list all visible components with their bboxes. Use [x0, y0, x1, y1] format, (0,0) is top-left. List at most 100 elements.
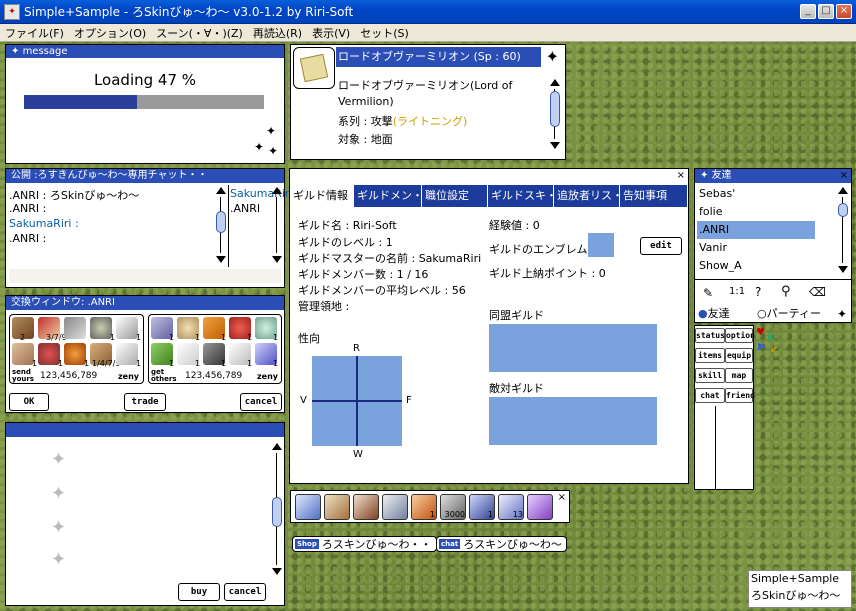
- item-icon[interactable]: [12, 343, 34, 365]
- corner-line1: Simple+Sample: [751, 572, 840, 585]
- items-button[interactable]: items: [695, 348, 725, 363]
- skill-scrollbar[interactable]: [550, 79, 560, 149]
- close-icon[interactable]: ×: [677, 169, 685, 182]
- menu-reload[interactable]: 再読込(R): [248, 25, 307, 41]
- tab-expelled[interactable]: 追放者リス・: [554, 185, 620, 207]
- allied-guild-list[interactable]: [489, 324, 657, 372]
- character-name-box: Simple+Sample ろSkinびゅ～わ～: [748, 570, 852, 608]
- menu-option[interactable]: オプション(O): [69, 25, 151, 41]
- hotkey-slot[interactable]: 1: [469, 494, 495, 520]
- party-tab[interactable]: ○パーティー: [757, 305, 821, 321]
- friend-item[interactable]: Show_A: [699, 259, 742, 272]
- hotkey-slot[interactable]: [382, 494, 408, 520]
- menu-view[interactable]: 表示(V): [307, 25, 355, 41]
- item-icon[interactable]: [116, 317, 138, 339]
- their-items-panel: 1 1 1 1 1 1 1 1 1 1 get others 123,456,7…: [148, 314, 282, 384]
- ok-button[interactable]: OK: [9, 393, 49, 411]
- hostile-label: 敵対ギルド: [489, 382, 544, 395]
- tab-guild-members[interactable]: ギルドメン・: [354, 185, 422, 207]
- option-button[interactable]: option: [725, 328, 755, 343]
- status-button[interactable]: status: [695, 328, 725, 343]
- chat-input[interactable]: [9, 269, 281, 283]
- tab-notice[interactable]: 告知事項: [620, 185, 688, 207]
- minimize-button[interactable]: _: [800, 4, 816, 19]
- friend-item[interactable]: folie: [699, 205, 722, 218]
- skill-window: ロードオブヴァーミリオン (Sp : 60) ✦ ロードオブヴァーミリオン(Lo…: [290, 44, 566, 160]
- item-count: 1: [273, 359, 279, 368]
- item-icon[interactable]: [90, 317, 112, 339]
- sparkle-icon: ✦: [51, 483, 67, 504]
- close-button[interactable]: ×: [836, 4, 852, 19]
- menu-set[interactable]: セット(S): [355, 25, 414, 41]
- hotkey-slot[interactable]: 3000: [440, 494, 466, 520]
- trash-icon[interactable]: ⌫: [809, 285, 826, 299]
- hostile-guild-list[interactable]: [489, 397, 657, 445]
- chat-bubble[interactable]: chat ろスキンびゅ～わ～: [436, 536, 567, 552]
- hotkey-slot[interactable]: [324, 494, 350, 520]
- chat-button[interactable]: chat: [695, 388, 725, 403]
- hotkey-slot[interactable]: 13: [498, 494, 524, 520]
- item-icon[interactable]: [64, 343, 86, 365]
- message-title: ✦ message: [6, 45, 284, 58]
- item-count: 1: [247, 359, 253, 368]
- menu-soon[interactable]: スーン(・∀・)(Z): [151, 25, 248, 41]
- chat-icon[interactable]: 1:1: [729, 286, 745, 297]
- item-icon[interactable]: [64, 317, 86, 339]
- item-count: 2: [20, 333, 26, 342]
- friends-scrollbar[interactable]: [838, 187, 848, 273]
- hotkey-slot[interactable]: [295, 494, 321, 520]
- loading-progress-fill: [24, 95, 137, 109]
- shop-scrollbar[interactable]: [272, 443, 282, 575]
- maximize-button[interactable]: □: [818, 4, 834, 19]
- item-count: 1: [136, 333, 142, 342]
- guild-territory: 管理領地 :: [298, 300, 350, 313]
- chat-bubble-text: ろスキンびゅ～わ～: [463, 538, 562, 551]
- map-button[interactable]: map: [725, 368, 753, 383]
- chat-line: SakumaRiri :: [9, 217, 79, 230]
- friend-item-selected[interactable]: .ANRI: [697, 221, 815, 239]
- close-icon[interactable]: ×: [840, 169, 848, 182]
- trade-cancel-button[interactable]: cancel: [240, 393, 282, 411]
- friend-item[interactable]: Vanir: [699, 241, 727, 254]
- menu-file[interactable]: ファイル(F): [0, 25, 69, 41]
- help-icon[interactable]: ?: [755, 285, 761, 299]
- chat-member[interactable]: .ANRI: [230, 202, 260, 215]
- friend-item[interactable]: Sebas': [699, 187, 735, 200]
- close-icon[interactable]: ×: [558, 492, 566, 503]
- item-icon[interactable]: [38, 343, 60, 365]
- send-amount: 123,456,789: [40, 371, 98, 381]
- chat-scrollbar[interactable]: [216, 187, 226, 263]
- equip-button[interactable]: equip: [725, 348, 753, 363]
- skill-name-line1: ロードオブヴァーミリオン(Lord of: [338, 79, 513, 92]
- guild-name: ギルド名 : Riri-Soft: [298, 219, 397, 232]
- tab-guild-skills[interactable]: ギルドスキ・: [488, 185, 554, 207]
- friends-tab[interactable]: ●友達: [698, 305, 730, 321]
- item-count: 1: [169, 333, 175, 342]
- item-icon[interactable]: [116, 343, 138, 365]
- axis-v: V: [300, 395, 307, 406]
- emotion-icons[interactable]: ♥ ✖ ▶ ✔: [756, 327, 782, 365]
- trade-button[interactable]: trade: [124, 393, 166, 411]
- friend-button[interactable]: friend: [725, 388, 755, 403]
- member-scrollbar[interactable]: [272, 187, 282, 263]
- shop-title: [6, 423, 284, 437]
- skill-button[interactable]: skill: [695, 368, 725, 383]
- shop-cancel-button[interactable]: cancel: [224, 583, 266, 601]
- corner-line2: ろSkinびゅ～わ～: [751, 589, 841, 602]
- emblem-edit-button[interactable]: edit: [640, 237, 682, 255]
- sparkle-icon: ✦: [267, 144, 278, 158]
- search-icon[interactable]: ⚲: [781, 284, 791, 299]
- shop-bubble[interactable]: Shop ろスキンびゅ～わ・・: [292, 536, 437, 552]
- buy-button[interactable]: buy: [178, 583, 220, 601]
- tab-positions[interactable]: 職位設定: [422, 185, 488, 207]
- hotkey-slot[interactable]: [527, 494, 553, 520]
- shop-window: ✦ ✦ ✦ ✦ buy cancel: [5, 422, 285, 606]
- skill-type-label: 系列 : 攻撃: [338, 115, 393, 128]
- whisper-icon[interactable]: ✎: [703, 286, 713, 300]
- chat-member[interactable]: SakumaRiri: [230, 187, 292, 200]
- item-count: 1: [195, 359, 201, 368]
- hotkey-slot[interactable]: 1: [411, 494, 437, 520]
- hotkey-slot[interactable]: [353, 494, 379, 520]
- tab-guild-info[interactable]: ギルド情報: [290, 185, 354, 207]
- guild-points: ギルド上納ポイント : 0: [489, 267, 606, 280]
